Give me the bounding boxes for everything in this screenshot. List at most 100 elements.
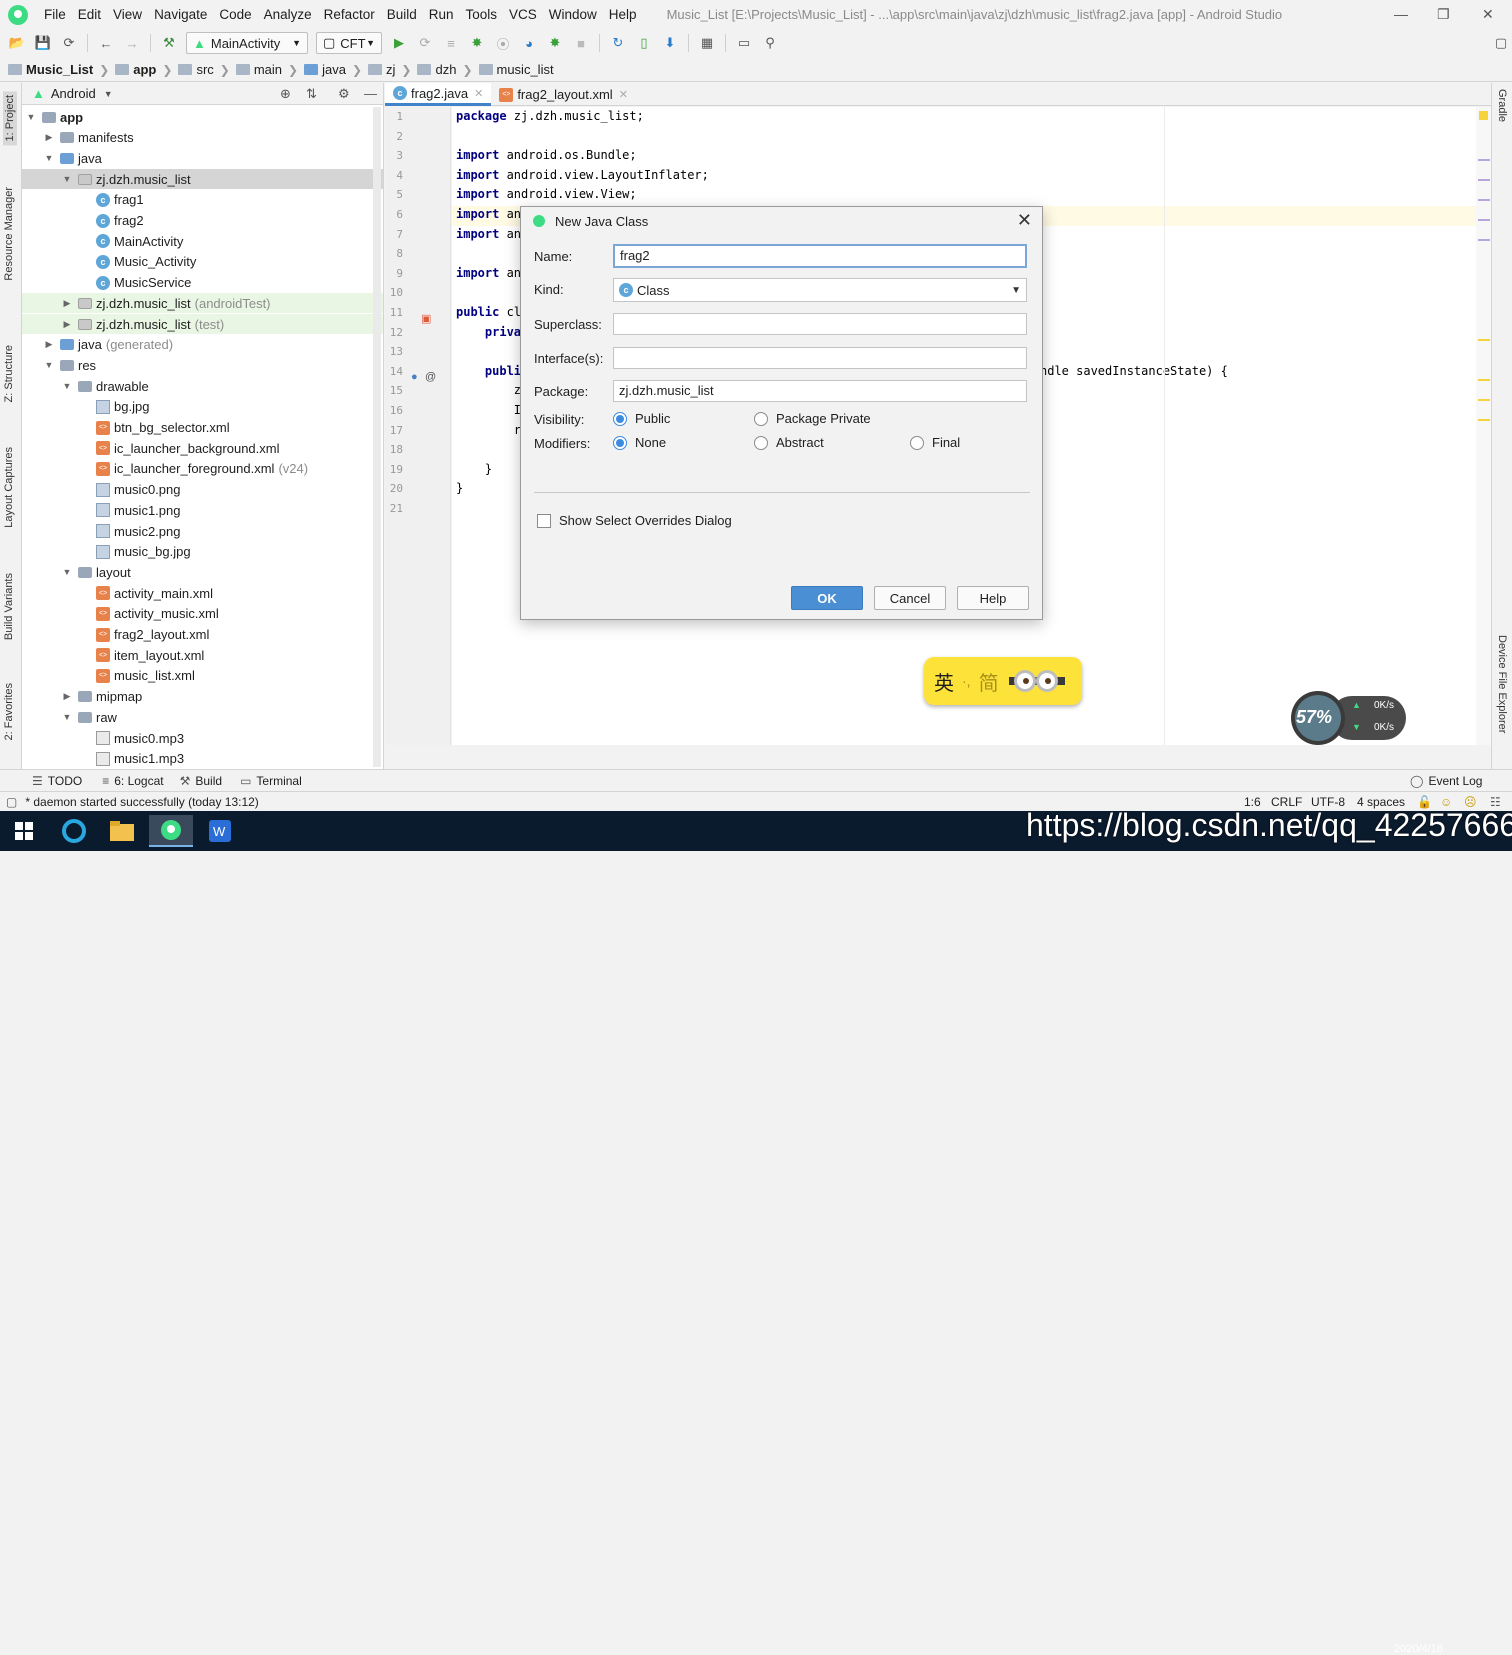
account-icon[interactable]: ▢: [1492, 34, 1510, 52]
editor-scrollbar[interactable]: [1476, 107, 1491, 745]
make-project-hammer-icon[interactable]: ⚒: [160, 34, 178, 52]
attach-debugger-icon[interactable]: ✸: [546, 34, 564, 52]
terminal-tab[interactable]: ▭ Terminal: [240, 774, 302, 788]
package-field[interactable]: zj.dzh.music_list: [613, 380, 1027, 402]
sync-icon[interactable]: ⟳: [60, 34, 78, 52]
modifier-abstract-radio[interactable]: Abstract: [754, 435, 824, 450]
coverage-icon[interactable]: ⦿: [494, 34, 512, 52]
tree-item[interactable]: ▶ zj.dzh.music_list (androidTest): [22, 293, 383, 314]
project-structure-icon[interactable]: ▦: [698, 34, 716, 52]
status-panel-icon[interactable]: ▢: [6, 795, 17, 809]
close-window-icon[interactable]: ✕: [1482, 6, 1494, 23]
minimize-icon[interactable]: —: [1394, 6, 1408, 22]
ime-language-toggle[interactable]: 英: [934, 667, 954, 696]
taskbar-date[interactable]: 2020/4/16: [1394, 1643, 1443, 1655]
collapse-all-icon[interactable]: ⇅: [306, 86, 317, 102]
debug-bug-icon[interactable]: ✸: [468, 34, 486, 52]
tree-item[interactable]: bg.jpg: [22, 397, 383, 417]
visibility-package-private-radio[interactable]: Package Private: [754, 411, 871, 426]
ime-simplified-toggle[interactable]: 简: [979, 667, 999, 696]
method-override-icon[interactable]: ●: [411, 371, 418, 383]
run-config-dropdown[interactable]: ▲ MainActivity ▼: [186, 32, 308, 54]
breadcrumb-music-list[interactable]: Music_List: [8, 62, 93, 77]
modifier-final-radio[interactable]: Final: [910, 435, 960, 450]
tree-item[interactable]: music1.png: [22, 500, 383, 520]
tree-item[interactable]: ▶ java (generated): [22, 335, 383, 355]
stop-icon[interactable]: ■: [572, 34, 590, 52]
expanded-arrow-icon[interactable]: ▼: [24, 112, 38, 122]
apply-code-changes-icon[interactable]: ≡: [442, 34, 460, 52]
visibility-public-radio[interactable]: Public: [613, 411, 670, 426]
expanded-arrow-icon[interactable]: ▼: [60, 381, 74, 391]
tree-item[interactable]: ▼ raw: [22, 707, 383, 727]
build-tab[interactable]: ⚒ Build: [180, 774, 222, 788]
sdk-manager-icon[interactable]: ⬇: [661, 34, 679, 52]
network-speed-widget[interactable]: 57% ▲ 0K/s ▼ 0K/s: [1290, 690, 1406, 746]
breadcrumb-app[interactable]: app: [115, 62, 156, 77]
tree-item[interactable]: <> btn_bg_selector.xml: [22, 418, 383, 438]
tree-item[interactable]: <> ic_launcher_background.xml: [22, 438, 383, 458]
tree-item[interactable]: ▼ layout: [22, 562, 383, 582]
gradle-sync-icon[interactable]: ↻: [609, 34, 627, 52]
menu-refactor[interactable]: Refactor: [318, 7, 381, 22]
kind-dropdown[interactable]: c Class ▼: [613, 278, 1027, 302]
tab-frag2-layout-xml[interactable]: <> frag2_layout.xml ✕: [491, 83, 636, 106]
superclass-field[interactable]: [613, 313, 1027, 335]
tree-item[interactable]: <> ic_launcher_foreground.xml (v24): [22, 459, 383, 479]
dialog-title-bar[interactable]: New Java Class: [521, 207, 1042, 235]
tree-item[interactable]: ▼ java: [22, 148, 383, 168]
tree-item[interactable]: ▼ zj.dzh.music_list: [22, 169, 383, 190]
device-dropdown[interactable]: ▢ CFT ▼: [316, 32, 382, 54]
tree-item[interactable]: <> item_layout.xml: [22, 645, 383, 665]
android-studio-app-icon[interactable]: [149, 815, 193, 847]
event-log-tab[interactable]: ◯ Event Log: [1410, 774, 1482, 788]
tree-item[interactable]: ▼ app: [22, 107, 383, 127]
restore-icon[interactable]: ❐: [1437, 6, 1450, 23]
breadcrumb-java[interactable]: java: [304, 62, 346, 77]
expanded-arrow-icon[interactable]: ▼: [60, 712, 74, 722]
status-message[interactable]: * daemon started successfully (today 13:…: [25, 795, 258, 809]
tab-build-variants[interactable]: Build Variants: [3, 573, 15, 640]
chevron-down-icon[interactable]: ▼: [104, 89, 113, 99]
tab-layout-captures[interactable]: Layout Captures: [3, 447, 15, 528]
tree-item[interactable]: music_bg.jpg: [22, 542, 383, 562]
tree-item[interactable]: <> frag2_layout.xml: [22, 625, 383, 645]
menu-analyze[interactable]: Analyze: [258, 7, 318, 22]
terminal-window-icon[interactable]: ▭: [735, 34, 753, 52]
breadcrumb-zj[interactable]: zj: [368, 62, 395, 77]
tree-item[interactable]: <> music_list.xml: [22, 666, 383, 686]
menu-view[interactable]: View: [107, 7, 148, 22]
menu-navigate[interactable]: Navigate: [148, 7, 213, 22]
project-view-selector[interactable]: Android: [51, 86, 96, 101]
tab-structure[interactable]: Z: Structure: [3, 345, 15, 402]
tree-item[interactable]: c frag2: [22, 211, 383, 231]
close-tab-icon[interactable]: ✕: [474, 87, 483, 100]
tab-frag2-java[interactable]: c frag2.java ✕: [385, 83, 492, 106]
menu-edit[interactable]: Edit: [72, 7, 107, 22]
menu-help[interactable]: Help: [603, 7, 643, 22]
breadcrumb-dzh[interactable]: dzh: [417, 62, 456, 77]
menu-code[interactable]: Code: [213, 7, 257, 22]
collapsed-arrow-icon[interactable]: ▶: [60, 298, 74, 309]
tab-favorites[interactable]: 2: Favorites: [3, 683, 15, 740]
tree-item[interactable]: music2.png: [22, 521, 383, 541]
forward-arrow-icon[interactable]: →: [123, 34, 141, 52]
collapsed-arrow-icon[interactable]: ▶: [42, 132, 56, 143]
todo-tab[interactable]: ☰ TODO: [32, 774, 82, 788]
menu-run[interactable]: Run: [423, 7, 460, 22]
gear-icon[interactable]: ⚙: [338, 86, 350, 102]
expanded-arrow-icon[interactable]: ▼: [42, 153, 56, 163]
breadcrumb-music-list-pkg[interactable]: music_list: [478, 62, 554, 77]
tree-item[interactable]: <> activity_music.xml: [22, 604, 383, 624]
hide-panel-icon[interactable]: —: [364, 86, 377, 101]
menu-window[interactable]: Window: [543, 7, 603, 22]
show-overrides-checkbox[interactable]: Show Select Overrides Dialog: [537, 513, 732, 528]
profile-icon[interactable]: ◕: [520, 34, 538, 52]
run-play-icon[interactable]: ▶: [390, 34, 408, 52]
tab-project[interactable]: 1: Project: [3, 91, 17, 146]
menu-build[interactable]: Build: [381, 7, 423, 22]
help-button[interactable]: Help: [957, 586, 1029, 610]
close-tab-icon[interactable]: ✕: [619, 88, 628, 101]
menu-tools[interactable]: Tools: [460, 7, 504, 22]
project-scrollbar[interactable]: [373, 107, 381, 767]
